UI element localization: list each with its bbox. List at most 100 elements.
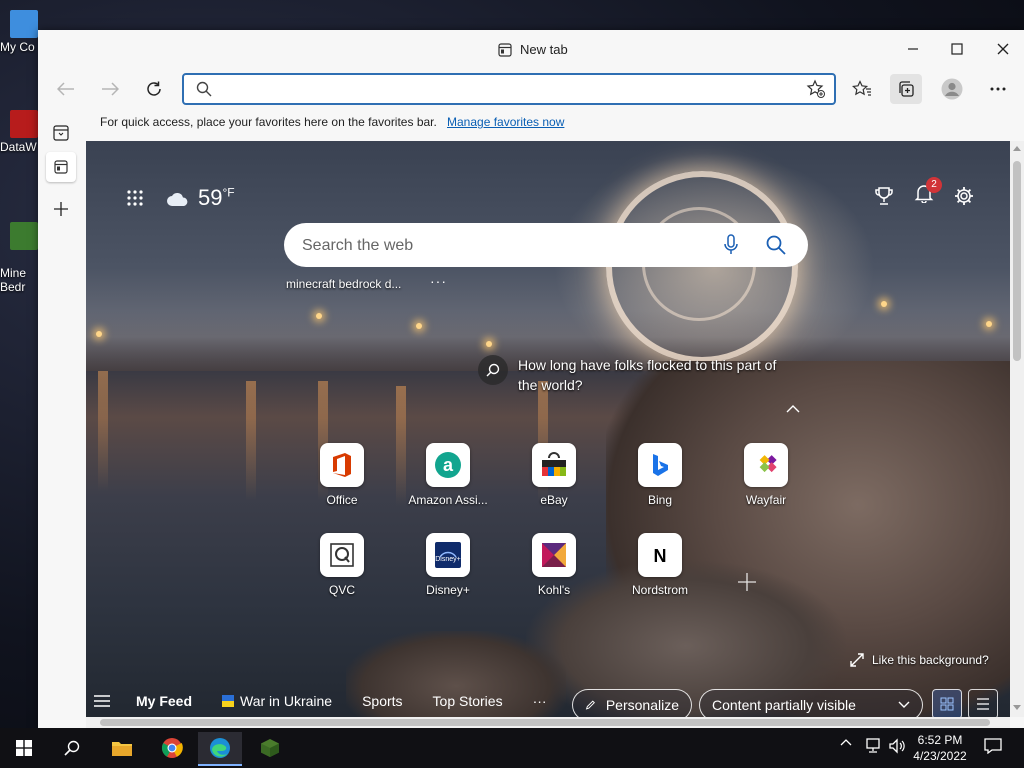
background-light bbox=[486, 341, 492, 347]
quick-link-bing[interactable]: Bing bbox=[610, 443, 710, 507]
web-search-box[interactable] bbox=[284, 223, 808, 267]
monitor-icon bbox=[10, 10, 38, 38]
scrollbar-thumb[interactable] bbox=[100, 719, 990, 726]
volume-icon[interactable] bbox=[888, 738, 906, 754]
edge-button[interactable] bbox=[198, 732, 242, 766]
address-bar[interactable] bbox=[182, 73, 836, 105]
collections-icon bbox=[899, 81, 914, 97]
more-horizontal-icon bbox=[990, 87, 1006, 91]
notification-badge: 2 bbox=[926, 177, 942, 193]
feed-tab-sports[interactable]: Sports bbox=[362, 693, 402, 709]
background-reflection bbox=[98, 371, 108, 491]
minimize-button[interactable] bbox=[890, 34, 936, 64]
quick-link-qvc[interactable]: QVC bbox=[292, 533, 392, 597]
scroll-up-arrow-icon[interactable] bbox=[1013, 145, 1021, 151]
content-visibility-dropdown[interactable]: Content partially visible bbox=[699, 689, 923, 717]
vertical-scrollbar[interactable] bbox=[1010, 141, 1024, 717]
close-icon bbox=[997, 43, 1009, 55]
tab-title: New tab bbox=[520, 42, 568, 57]
bing-icon bbox=[638, 443, 682, 487]
system-clock[interactable]: 6:52 PM 4/23/2022 bbox=[910, 732, 970, 764]
feed-tab-my-feed[interactable]: My Feed bbox=[136, 693, 192, 709]
personalize-button[interactable]: Personalize bbox=[572, 689, 692, 717]
minecraft-icon bbox=[261, 739, 279, 757]
chevron-up-icon[interactable] bbox=[840, 738, 852, 746]
desktop-icon-my-computer[interactable]: My Co bbox=[0, 10, 40, 54]
quick-link-label: Office bbox=[326, 493, 358, 507]
back-button[interactable] bbox=[50, 74, 82, 104]
minimize-icon bbox=[908, 48, 918, 50]
chrome-button[interactable] bbox=[150, 732, 194, 764]
collections-button[interactable] bbox=[890, 74, 922, 104]
feed-tab-war-in-ukraine[interactable]: War in Ukraine bbox=[222, 693, 332, 709]
refresh-icon bbox=[147, 81, 161, 96]
hamburger-menu-icon[interactable] bbox=[94, 695, 110, 707]
scroll-down-arrow-icon[interactable] bbox=[1013, 705, 1021, 711]
suggestion-more-button[interactable]: ··· bbox=[430, 273, 447, 289]
forward-button[interactable] bbox=[94, 74, 126, 104]
feed-tab-top-stories[interactable]: Top Stories bbox=[433, 693, 503, 709]
maximize-button[interactable] bbox=[934, 34, 980, 64]
quick-link-label: Amazon Assi... bbox=[408, 493, 488, 507]
add-favorite-icon[interactable] bbox=[806, 79, 826, 99]
quick-link-amazon-assistant[interactable]: a Amazon Assi... bbox=[398, 443, 498, 507]
search-icon bbox=[196, 81, 212, 97]
microphone-icon[interactable] bbox=[724, 234, 738, 256]
notifications-icon[interactable] bbox=[984, 738, 1002, 754]
active-tab[interactable]: New tab bbox=[498, 42, 568, 57]
grid-layout-button[interactable] bbox=[932, 689, 962, 717]
network-icon[interactable] bbox=[864, 738, 882, 754]
quick-link-label: Wayfair bbox=[745, 493, 787, 507]
desktop-icon-minecraft[interactable]: Mine Bedr bbox=[0, 208, 40, 294]
search-icon[interactable] bbox=[766, 235, 786, 255]
plus-icon bbox=[54, 202, 68, 216]
minecraft-button[interactable] bbox=[248, 732, 292, 764]
quick-link-office[interactable]: Office bbox=[292, 443, 392, 507]
feed-more-button[interactable]: ··· bbox=[533, 693, 547, 709]
edge-browser-window: New tab For quick access, place your fav… bbox=[38, 30, 1024, 728]
background-reflection bbox=[246, 381, 256, 501]
add-tab-button[interactable] bbox=[46, 194, 76, 224]
search-icon bbox=[64, 740, 80, 756]
profile-button[interactable] bbox=[936, 74, 968, 104]
quick-link-disney-plus[interactable]: Disney+ Disney+ bbox=[398, 533, 498, 597]
favorites-button[interactable] bbox=[846, 74, 878, 104]
start-button[interactable] bbox=[2, 732, 46, 764]
quick-link-kohls[interactable]: Kohl's bbox=[504, 533, 604, 597]
address-input[interactable] bbox=[224, 79, 788, 101]
notifications-button[interactable]: 2 bbox=[914, 177, 942, 208]
settings-more-button[interactable] bbox=[982, 74, 1014, 104]
web-search-input[interactable] bbox=[300, 234, 704, 258]
file-explorer-button[interactable] bbox=[100, 732, 144, 764]
content-visibility-label: Content partially visible bbox=[712, 697, 856, 713]
feed-tab-label: War in Ukraine bbox=[240, 693, 333, 709]
add-quick-link-button[interactable] bbox=[738, 567, 756, 598]
horizontal-scrollbar[interactable] bbox=[86, 717, 1010, 728]
search-button[interactable] bbox=[50, 732, 94, 764]
search-suggestion[interactable]: minecraft bedrock d... bbox=[286, 277, 401, 291]
close-button[interactable] bbox=[980, 34, 1024, 64]
scrollbar-thumb[interactable] bbox=[1013, 161, 1021, 361]
grid-icon bbox=[940, 697, 954, 711]
sidebar-tab-new-tab[interactable] bbox=[46, 152, 76, 182]
gear-icon[interactable] bbox=[954, 186, 974, 206]
top-left-controls: 59°F bbox=[126, 185, 235, 211]
rewards-trophy-icon[interactable] bbox=[874, 186, 894, 206]
list-layout-button[interactable] bbox=[968, 689, 998, 717]
image-search-button[interactable] bbox=[478, 355, 508, 385]
chevron-up-icon[interactable] bbox=[786, 405, 800, 413]
like-background-button[interactable]: Like this background? bbox=[850, 653, 989, 667]
weather-widget[interactable]: 59°F bbox=[166, 185, 235, 211]
quick-link-ebay[interactable]: eBay bbox=[504, 443, 604, 507]
quick-link-wayfair[interactable]: Wayfair bbox=[716, 443, 816, 507]
app-launcher-icon[interactable] bbox=[126, 189, 144, 207]
background-ferris-wheel bbox=[606, 171, 798, 363]
desktop-icon-label: DataW bbox=[0, 140, 37, 154]
manage-favorites-link[interactable]: Manage favorites now bbox=[447, 115, 564, 129]
quick-link-nordstrom[interactable]: N Nordstrom bbox=[610, 533, 710, 597]
tab-actions-button[interactable] bbox=[46, 118, 76, 148]
background-info[interactable]: How long have folks flocked to this part… bbox=[478, 355, 778, 395]
desktop-icon-dataw[interactable]: DataW bbox=[0, 110, 40, 154]
favorites-bar-message: For quick access, place your favorites h… bbox=[100, 115, 437, 129]
refresh-button[interactable] bbox=[138, 74, 170, 104]
